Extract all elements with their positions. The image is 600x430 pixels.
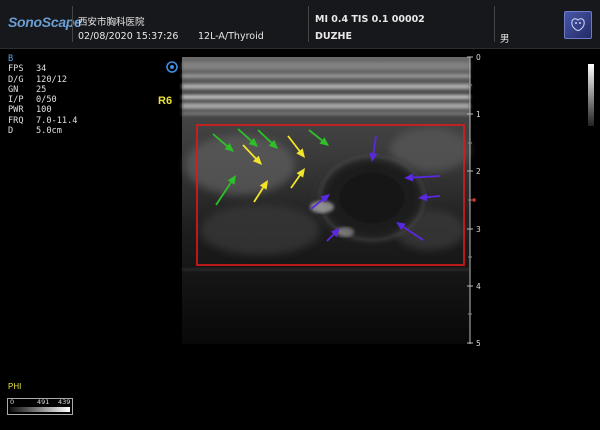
depth-tick-label: 5 [476, 339, 481, 348]
superficial-layers [182, 62, 470, 115]
depth-tick-label: 4 [476, 282, 481, 291]
gray-map-mid: 491 [37, 398, 50, 406]
gray-map-bar: 0 491 439 [7, 398, 73, 415]
gray-map-max: 439 [58, 398, 71, 406]
gray-scale-bar [588, 64, 594, 126]
depth-tick-label: 3 [476, 225, 481, 234]
region-label: R6 [158, 95, 173, 107]
depth-tick-label: 0 [476, 53, 481, 62]
gray-map-gradient [10, 407, 70, 412]
hypoechoic-node [310, 150, 434, 246]
depth-tick-label: 2 [476, 167, 481, 176]
purple-arrow-shaft [426, 195, 441, 199]
focus-marker [472, 198, 476, 202]
phi-label: PHI [8, 382, 22, 391]
gray-map-min: 0 [10, 398, 15, 406]
ultrasound-image [182, 56, 476, 344]
depth-tick-label: 1 [476, 110, 481, 119]
probe-orientation-icon [166, 58, 178, 73]
